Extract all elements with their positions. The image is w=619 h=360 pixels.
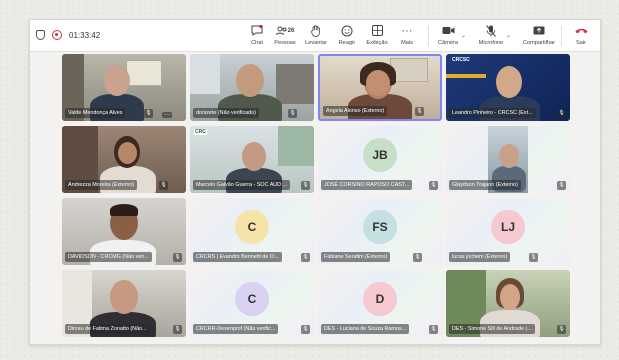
participant-tile[interactable]: Andrezza Moreira (Externo) 🎙: [62, 126, 186, 193]
share-icon: [522, 23, 556, 38]
participant-tile[interactable]: DAVIDSON - CRCMG (Não veri... 🎙: [62, 198, 186, 265]
more-button[interactable]: ··· Mais: [392, 23, 422, 47]
mic-muted-icon: 🎙: [159, 181, 168, 190]
participant-tile[interactable]: CRCSC Leandro Pinheiro - CRCSC (Ext... 🎙: [446, 54, 570, 121]
mic-muted-icon: 🎙: [557, 109, 566, 118]
mic-muted-icon: 🎙: [557, 181, 566, 190]
mic-muted-icon: 🎙: [415, 107, 424, 116]
avatar: C: [235, 210, 269, 244]
hand-icon: [301, 23, 331, 38]
participant-tile[interactable]: C CRCRS | Evandro Bennetti de O... 🎙: [190, 198, 314, 265]
participant-tile-active-speaker[interactable]: Angela Alonso (Externo) 🎙: [318, 54, 442, 121]
mic-muted-icon: 🎙: [429, 181, 438, 190]
hang-up-icon: [566, 23, 596, 38]
mic-muted-icon: 🎙: [301, 181, 310, 190]
mic-off-icon: [476, 23, 506, 38]
participant-tile[interactable]: Glaydson Trajano (Externo) 🎙: [446, 126, 570, 193]
avatar: JB: [363, 138, 397, 172]
participant-tile[interactable]: JB JOSÉ CORSINO RAPOSO CAST... 🎙: [318, 126, 442, 193]
raise-hand-button[interactable]: Levantar: [301, 23, 331, 46]
mic-muted-icon: 🎙: [301, 253, 310, 262]
crcsc-logo: CRCSC: [452, 57, 470, 63]
toolbar-divider: [561, 26, 562, 46]
chat-icon: [242, 23, 272, 38]
chat-button[interactable]: Chat: [242, 23, 272, 46]
participant-tile[interactable]: Valde Mendonça Alves 🎙 ···: [62, 54, 186, 121]
toolbar-divider: [428, 26, 429, 46]
people-button[interactable]: 26 Pessoas: [270, 23, 300, 46]
participant-tile[interactable]: DES - Simone Sill de Andrade (... 🎙: [446, 270, 570, 337]
participant-grid: Valde Mendonça Alves 🎙 ··· donizete (Não…: [58, 53, 575, 341]
teams-meeting-window: 01:33:42 Chat 26 Pessoas Levantar Reagir…: [29, 19, 601, 345]
mic-muted-icon: 🎙: [288, 109, 297, 118]
mic-muted-icon: 🎙: [429, 325, 438, 334]
grid-view-icon: [362, 23, 392, 38]
meeting-toolbar: 01:33:42 Chat 26 Pessoas Levantar Reagir…: [30, 20, 600, 52]
meeting-timer: 01:33:42: [69, 30, 101, 40]
participant-tile[interactable]: Dirceu de Fatima Zonatto (Não... 🎙: [62, 270, 186, 337]
mic-muted-icon: 🎙: [173, 325, 182, 334]
participant-tile[interactable]: D DES - Luciana de Souza Ramos... 🎙: [318, 270, 442, 337]
crc-logo: CRC: [194, 129, 207, 135]
microphone-button[interactable]: Microfone: [476, 23, 506, 46]
mic-muted-icon: 🎙: [557, 325, 566, 334]
mic-muted-icon: 🎙: [144, 109, 153, 118]
ellipsis-icon[interactable]: ···: [162, 112, 172, 118]
mic-muted-icon: 🎙: [413, 253, 422, 262]
shield-icon[interactable]: [36, 30, 45, 40]
avatar: D: [363, 282, 397, 316]
mic-muted-icon: 🎙: [301, 325, 310, 334]
avatar: LJ: [491, 210, 525, 244]
mic-muted-icon: 🎙: [173, 253, 182, 262]
participant-tile[interactable]: C CRCRR-Desenprof (Não verific... 🎙: [190, 270, 314, 337]
mic-chevron-icon[interactable]: ⌄: [506, 32, 511, 39]
participant-tile[interactable]: LJ lucas jochem (Externo) 🎙: [446, 198, 570, 265]
participant-tile[interactable]: donizete (Não verificado) 🎙: [190, 54, 314, 121]
view-button[interactable]: Exibição: [362, 23, 392, 46]
recording-icon: [52, 30, 62, 40]
smiley-icon: [332, 23, 362, 38]
mic-muted-icon: 🎙: [529, 253, 538, 262]
react-button[interactable]: Reagir: [332, 23, 362, 46]
ellipsis-icon: ···: [401, 24, 413, 37]
share-button[interactable]: Compartilhar: [522, 23, 556, 46]
participant-tile[interactable]: FS Fabiane Serafim (Externo) 🎙: [318, 198, 442, 265]
participant-tile[interactable]: CRC Marcelo Galvão Guerra - SOC AUD ... …: [190, 126, 314, 193]
leave-button[interactable]: Sair: [566, 23, 596, 46]
camera-chevron-icon[interactable]: ⌄: [461, 32, 466, 39]
people-icon: 26: [270, 23, 300, 38]
avatar: C: [235, 282, 269, 316]
camera-icon: [433, 23, 463, 38]
avatar: FS: [363, 210, 397, 244]
camera-button[interactable]: Câmera: [433, 23, 463, 46]
